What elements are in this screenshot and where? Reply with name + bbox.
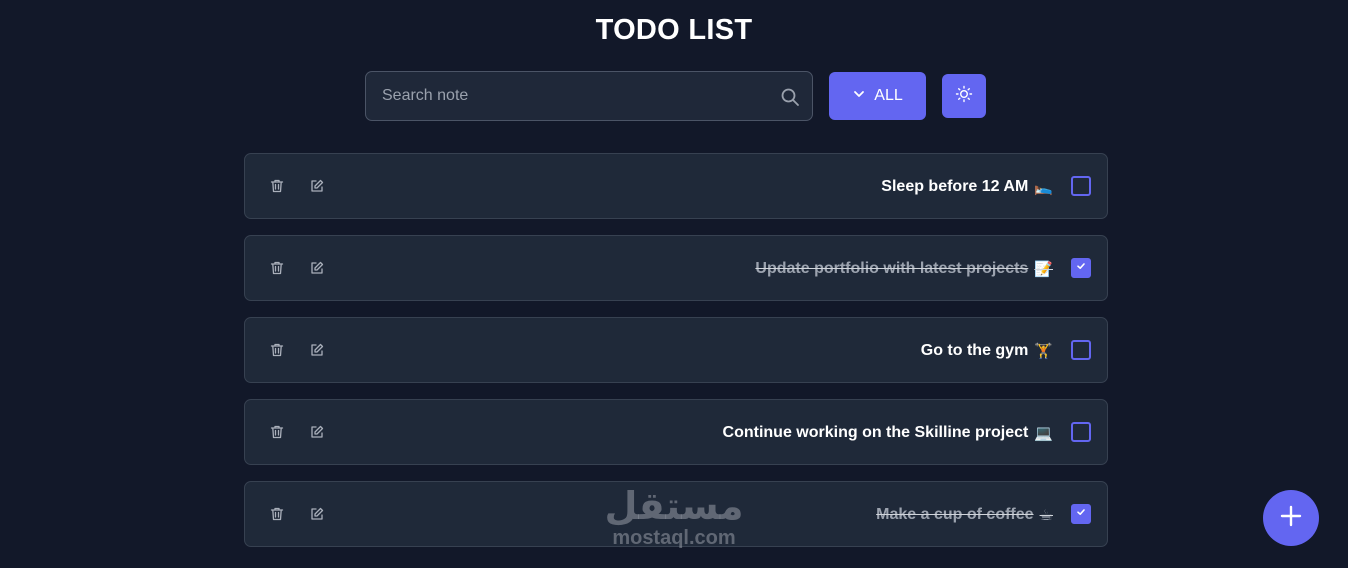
todo-emoji: 🏋 bbox=[1034, 343, 1053, 360]
check-icon bbox=[1075, 259, 1087, 277]
todo-checkbox[interactable] bbox=[1071, 340, 1091, 360]
edit-icon[interactable] bbox=[309, 260, 325, 276]
trash-icon[interactable] bbox=[269, 342, 285, 358]
todo-text: Update portfolio with latest projects 📝 bbox=[755, 258, 1053, 280]
todo-emoji: 📝 bbox=[1034, 261, 1053, 278]
filter-dropdown-button[interactable]: ALL bbox=[829, 72, 926, 120]
page-title: TODO LIST bbox=[595, 14, 753, 46]
todo-item: Make a cup of coffee ☕ bbox=[244, 481, 1108, 547]
todo-label: Update portfolio with latest projects bbox=[755, 260, 1029, 277]
todo-emoji: 💻 bbox=[1034, 425, 1053, 442]
add-todo-button[interactable] bbox=[1263, 490, 1319, 546]
todo-emoji: 🛌 bbox=[1034, 179, 1053, 196]
todo-label: Make a cup of coffee bbox=[876, 506, 1034, 523]
todo-checkbox[interactable] bbox=[1071, 258, 1091, 278]
todo-text: Go to the gym 🏋 bbox=[921, 340, 1053, 362]
search-icon[interactable] bbox=[780, 87, 800, 107]
sun-icon bbox=[955, 85, 973, 108]
todo-item: Update portfolio with latest projects 📝 bbox=[244, 235, 1108, 301]
todo-item: Sleep before 12 AM 🛌 bbox=[244, 153, 1108, 219]
edit-icon[interactable] bbox=[309, 424, 325, 440]
edit-icon[interactable] bbox=[309, 178, 325, 194]
todo-label: Go to the gym bbox=[920, 342, 1029, 359]
todo-item: Continue working on the Skilline project… bbox=[244, 399, 1108, 465]
todo-app: TODO LIST ALL bbox=[0, 0, 1348, 568]
filter-label: ALL bbox=[874, 87, 903, 104]
todo-item: Go to the gym 🏋 bbox=[244, 317, 1108, 383]
todo-label: Continue working on the Skilline project bbox=[722, 424, 1029, 441]
check-icon bbox=[1075, 505, 1087, 523]
trash-icon[interactable] bbox=[269, 424, 285, 440]
trash-icon[interactable] bbox=[269, 506, 285, 522]
todo-checkbox[interactable] bbox=[1071, 504, 1091, 524]
trash-icon[interactable] bbox=[269, 178, 285, 194]
edit-icon[interactable] bbox=[309, 506, 325, 522]
todo-label: Sleep before 12 AM bbox=[881, 178, 1029, 195]
todo-text: Make a cup of coffee ☕ bbox=[876, 504, 1053, 526]
todo-checkbox[interactable] bbox=[1071, 422, 1091, 442]
trash-icon[interactable] bbox=[269, 260, 285, 276]
todo-text: Sleep before 12 AM 🛌 bbox=[881, 176, 1053, 198]
plus-icon bbox=[1280, 505, 1302, 532]
theme-toggle-button[interactable] bbox=[942, 74, 986, 118]
todo-checkbox[interactable] bbox=[1071, 176, 1091, 196]
chevron-down-icon bbox=[852, 87, 866, 106]
todo-list: Sleep before 12 AM 🛌 Update portfolio with… bbox=[244, 153, 1108, 563]
edit-icon[interactable] bbox=[309, 342, 325, 358]
search-box bbox=[365, 71, 813, 121]
search-input[interactable] bbox=[366, 72, 766, 120]
todo-emoji: ☕ bbox=[1039, 507, 1053, 524]
todo-text: Continue working on the Skilline project… bbox=[723, 422, 1053, 444]
